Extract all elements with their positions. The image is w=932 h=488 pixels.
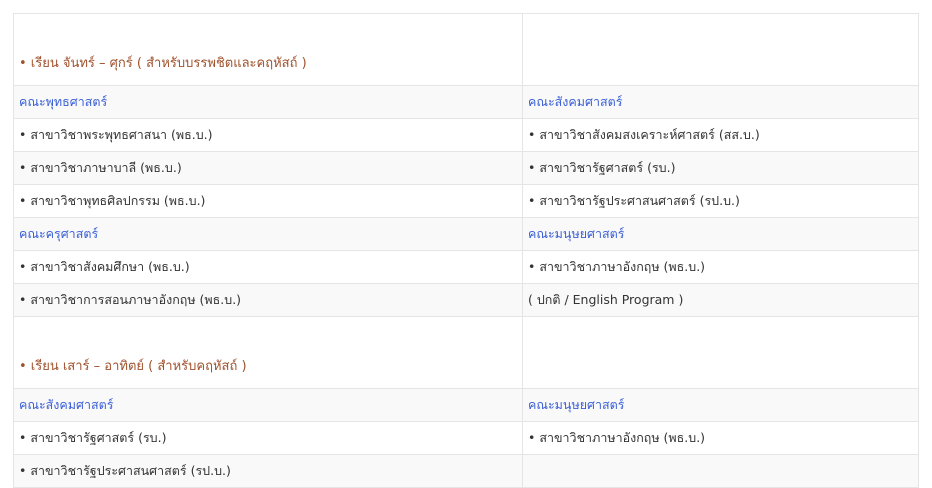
faculty-link-social-sciences[interactable]: คณะสังคมศาสตร์ bbox=[528, 94, 622, 109]
program-note: ( ปกติ / English Program ) bbox=[522, 283, 919, 317]
program-row: • สาขาวิชารัฐศาสตร์ (รบ.) • สาขาวิชาภาษา… bbox=[13, 421, 919, 455]
programs-table-container: • เรียน จันทร์ – ศุกร์ ( สำหรับบรรพชิตแล… bbox=[13, 13, 919, 488]
section-title-cell: • เรียน เสาร์ – อาทิตย์ ( สำหรับคฤหัสถ์ … bbox=[13, 316, 523, 389]
program-item: • สาขาวิชารัฐประศาสนศาสตร์ (รป.บ.) bbox=[522, 184, 919, 218]
faculty-link-humanities[interactable]: คณะมนุษยศาสตร์ bbox=[528, 397, 624, 412]
programs-table: • เรียน จันทร์ – ศุกร์ ( สำหรับบรรพชิตแล… bbox=[13, 13, 919, 488]
faculty-cell: คณะสังคมศาสตร์ bbox=[13, 388, 523, 422]
faculty-row: คณะครุศาสตร์ คณะมนุษยศาสตร์ bbox=[13, 217, 919, 251]
program-row: • สาขาวิชาพุทธศิลปกรรม (พธ.บ.) • สาขาวิช… bbox=[13, 184, 919, 218]
program-row: • สาขาวิชาการสอนภาษาอังกฤษ (พธ.บ.) ( ปกต… bbox=[13, 283, 919, 317]
program-item: • สาขาวิชาภาษาบาลี (พธ.บ.) bbox=[13, 151, 523, 185]
program-row: • สาขาวิชาสังคมศึกษา (พธ.บ.) • สาขาวิชาภ… bbox=[13, 250, 919, 284]
faculty-cell: คณะมนุษยศาสตร์ bbox=[522, 217, 919, 251]
faculty-cell: คณะสังคมศาสตร์ bbox=[522, 85, 919, 119]
program-item: • สาขาวิชาภาษาอังกฤษ (พธ.บ.) bbox=[522, 421, 919, 455]
faculty-link-buddhism[interactable]: คณะพุทธศาสตร์ bbox=[19, 94, 107, 109]
faculty-cell: คณะครุศาสตร์ bbox=[13, 217, 523, 251]
section-header-weekend: • เรียน เสาร์ – อาทิตย์ ( สำหรับคฤหัสถ์ … bbox=[13, 316, 919, 389]
faculty-cell: คณะมนุษยศาสตร์ bbox=[522, 388, 919, 422]
program-item: • สาขาวิชาพระพุทธศาสนา (พธ.บ.) bbox=[13, 118, 523, 152]
empty-cell bbox=[522, 316, 919, 389]
program-item: • สาขาวิชาสังคมศึกษา (พธ.บ.) bbox=[13, 250, 523, 284]
faculty-link-social-sciences[interactable]: คณะสังคมศาสตร์ bbox=[19, 397, 113, 412]
section-title-cell: • เรียน จันทร์ – ศุกร์ ( สำหรับบรรพชิตแล… bbox=[13, 13, 523, 86]
program-row: • สาขาวิชาภาษาบาลี (พธ.บ.) • สาขาวิชารัฐ… bbox=[13, 151, 919, 185]
faculty-link-humanities[interactable]: คณะมนุษยศาสตร์ bbox=[528, 226, 624, 241]
program-item: • สาขาวิชาการสอนภาษาอังกฤษ (พธ.บ.) bbox=[13, 283, 523, 317]
faculty-link-education[interactable]: คณะครุศาสตร์ bbox=[19, 226, 98, 241]
program-item: • สาขาวิชารัฐศาสตร์ (รบ.) bbox=[13, 421, 523, 455]
section-title: • เรียน จันทร์ – ศุกร์ ( สำหรับบรรพชิตแล… bbox=[19, 56, 307, 71]
faculty-row: คณะสังคมศาสตร์ คณะมนุษยศาสตร์ bbox=[13, 388, 919, 422]
empty-cell bbox=[522, 13, 919, 86]
program-item: • สาขาวิชารัฐศาสตร์ (รบ.) bbox=[522, 151, 919, 185]
section-title: • เรียน เสาร์ – อาทิตย์ ( สำหรับคฤหัสถ์ … bbox=[19, 359, 247, 374]
faculty-cell: คณะพุทธศาสตร์ bbox=[13, 85, 523, 119]
faculty-row: คณะพุทธศาสตร์ คณะสังคมศาสตร์ bbox=[13, 85, 919, 119]
program-row: • สาขาวิชาพระพุทธศาสนา (พธ.บ.) • สาขาวิช… bbox=[13, 118, 919, 152]
program-item: • สาขาวิชาภาษาอังกฤษ (พธ.บ.) bbox=[522, 250, 919, 284]
section-header-weekday: • เรียน จันทร์ – ศุกร์ ( สำหรับบรรพชิตแล… bbox=[13, 13, 919, 86]
program-item: • สาขาวิชาพุทธศิลปกรรม (พธ.บ.) bbox=[13, 184, 523, 218]
program-item: • สาขาวิชาสังคมสงเคราะห์ศาสตร์ (สส.บ.) bbox=[522, 118, 919, 152]
